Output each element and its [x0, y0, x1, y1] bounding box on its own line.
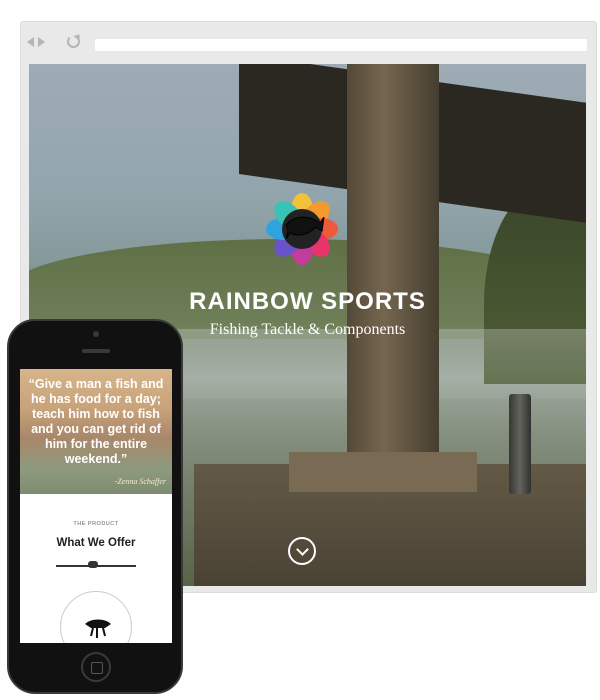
section-title: What We Offer [56, 537, 136, 549]
speaker-icon [82, 349, 110, 353]
lure-icon [85, 619, 111, 638]
chevron-down-icon[interactable] [288, 537, 316, 565]
section-kicker: THE PRODUCT [73, 521, 119, 527]
product-thumbnail[interactable] [60, 591, 132, 643]
fishing-reel-icon [88, 561, 98, 568]
camera-icon [93, 331, 99, 337]
quote-hero: “Give a man a fish and he has food for a… [20, 369, 172, 494]
quote-text: “Give a man a fish and he has food for a… [28, 377, 164, 466]
brand-title: RAINBOW SPORTS [189, 288, 426, 315]
forward-icon[interactable] [38, 37, 45, 47]
phone-screen: “Give a man a fish and he has food for a… [20, 369, 172, 643]
logo-icon [266, 193, 338, 265]
address-bar[interactable] [95, 39, 587, 51]
browser-toolbar [21, 22, 596, 64]
quote-author: -Zenna Schaffer [114, 477, 166, 486]
phone-mockup: “Give a man a fish and he has food for a… [7, 319, 183, 694]
home-button-icon[interactable] [81, 652, 111, 682]
back-icon[interactable] [27, 37, 34, 47]
reload-icon[interactable] [67, 35, 80, 48]
